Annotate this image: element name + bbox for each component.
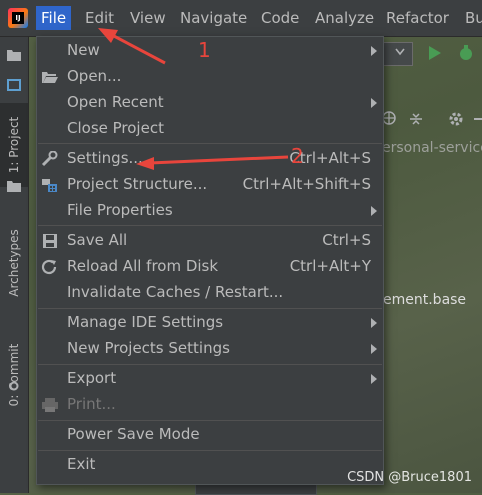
annotation-layer [98, 28, 289, 170]
annotation-arrow-2 [136, 155, 289, 170]
watermark: CSDN @Bruce1801 [347, 470, 472, 485]
annotation-number-2: 2 [291, 144, 304, 168]
annotation-number-1: 1 [198, 38, 211, 62]
annotation-arrow-1 [98, 28, 166, 65]
